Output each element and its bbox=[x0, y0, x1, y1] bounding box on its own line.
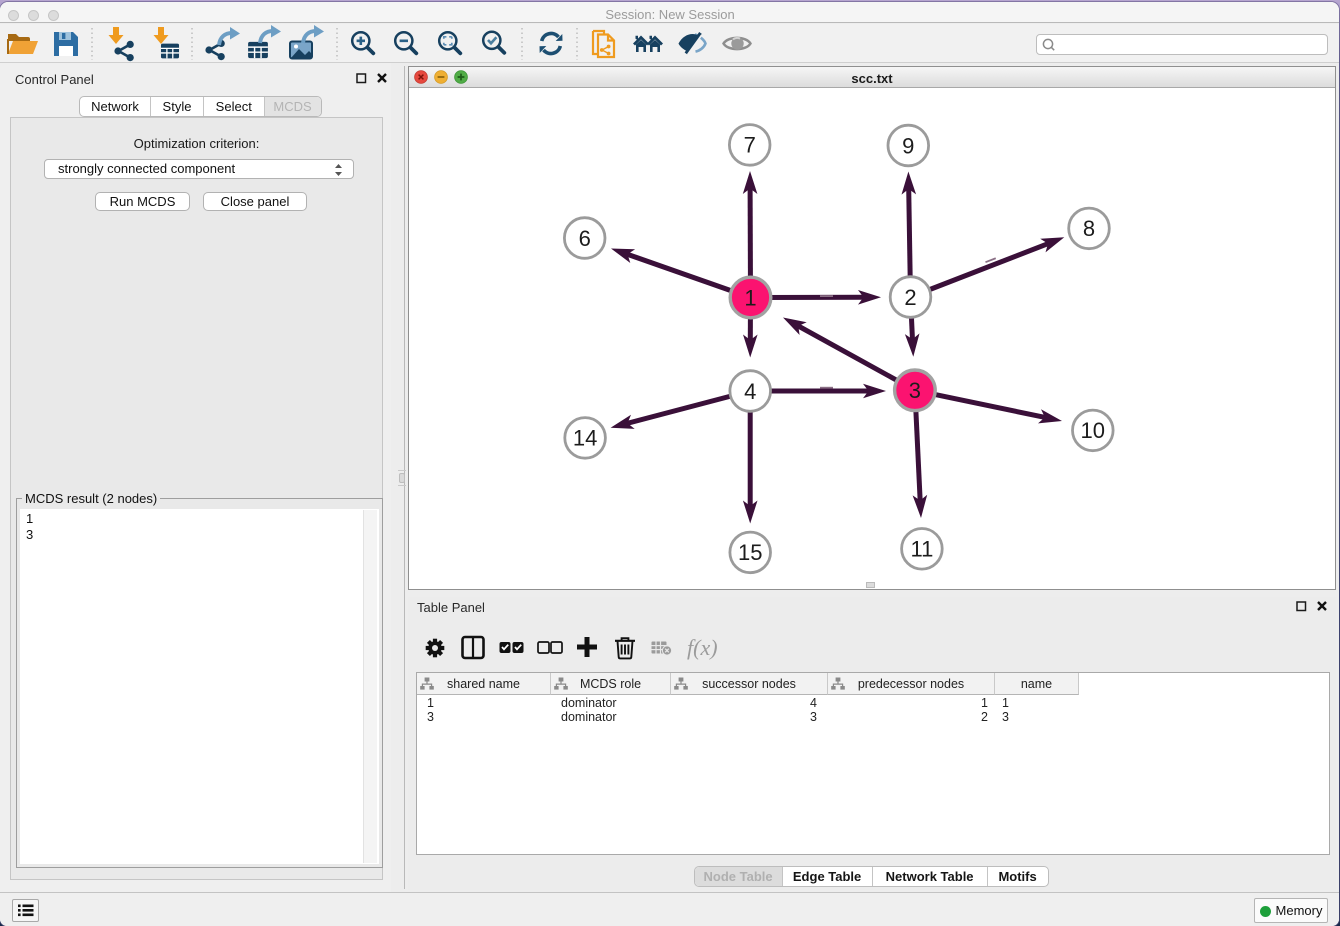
svg-text:8: 8 bbox=[1083, 216, 1095, 241]
svg-text:2: 2 bbox=[904, 285, 916, 310]
svg-text:15: 15 bbox=[738, 540, 762, 565]
svg-text:1: 1 bbox=[744, 285, 756, 310]
svg-text:11: 11 bbox=[910, 537, 933, 562]
svg-text:14: 14 bbox=[573, 426, 597, 451]
svg-text:6: 6 bbox=[579, 226, 591, 251]
svg-text:4: 4 bbox=[744, 379, 756, 404]
svg-text:f(x): f(x) bbox=[687, 635, 718, 660]
svg-text:3: 3 bbox=[909, 378, 921, 403]
svg-text:7: 7 bbox=[744, 133, 756, 158]
svg-text:9: 9 bbox=[902, 133, 914, 158]
svg-text:10: 10 bbox=[1081, 418, 1105, 443]
